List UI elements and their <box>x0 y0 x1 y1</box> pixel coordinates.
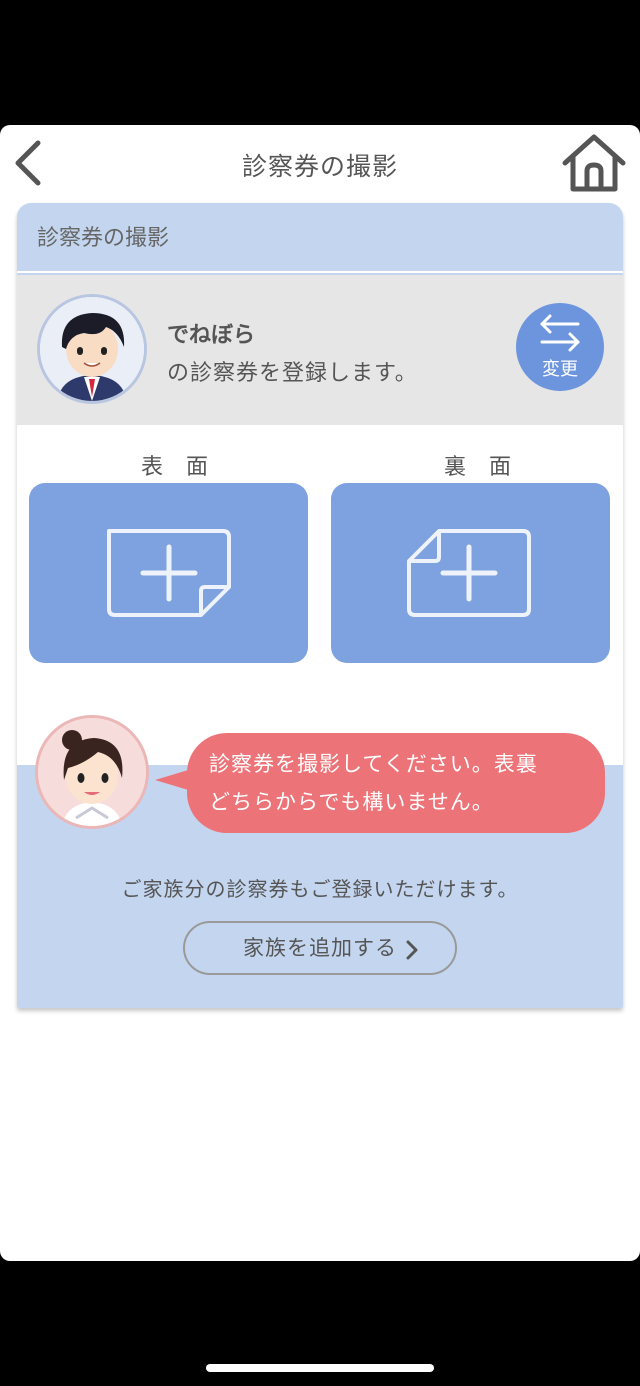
swap-arrows-icon <box>540 314 580 352</box>
app-screen: 診察券の撮影 診察券の撮影 でねぼら の診察券を登録します。 変更 表 面 裏 … <box>0 125 640 1261</box>
family-info-text: ご家族分の診察券もご登録いただけます。 <box>121 877 519 901</box>
change-button-label: 変更 <box>542 359 578 380</box>
nav-bar: 診察券の撮影 <box>0 125 640 201</box>
profile-row: でねぼら の診察券を登録します。 変更 <box>17 275 623 425</box>
user-avatar <box>37 294 147 404</box>
instruction-bubble: 診察券を撮影してください。表裏 どちらからでも構いません。 <box>187 733 605 833</box>
change-user-button[interactable]: 変更 <box>516 303 604 391</box>
home-indicator[interactable] <box>206 1364 434 1372</box>
register-description: の診察券を登録します。 <box>167 361 418 386</box>
card-photo-panel: 診察券の撮影 でねぼら の診察券を登録します。 変更 表 面 裏 面 診察券を撮… <box>17 203 623 1008</box>
front-capture-button[interactable] <box>29 483 308 663</box>
capture-area: 表 面 裏 面 <box>17 425 623 765</box>
back-label: 裏 面 <box>444 455 519 480</box>
add-card-back-icon <box>407 529 531 617</box>
front-label: 表 面 <box>141 455 216 480</box>
back-capture-button[interactable] <box>331 483 610 663</box>
instruction-line-1: 診察券を撮影してください。表裏 <box>209 752 538 776</box>
assistant-avatar <box>35 715 149 829</box>
card-header: 診察券の撮影 <box>17 203 623 273</box>
home-button[interactable] <box>561 133 627 193</box>
user-name: でねぼら <box>167 323 256 348</box>
add-family-button[interactable]: 家族を追加する <box>183 921 457 975</box>
chevron-right-icon <box>406 940 418 960</box>
page-title: 診察券の撮影 <box>241 152 398 181</box>
instruction-line-2: どちらからでも構いません。 <box>209 790 494 814</box>
add-family-label: 家族を追加する <box>243 936 397 960</box>
add-card-front-icon <box>107 529 231 617</box>
home-icon <box>562 134 626 192</box>
